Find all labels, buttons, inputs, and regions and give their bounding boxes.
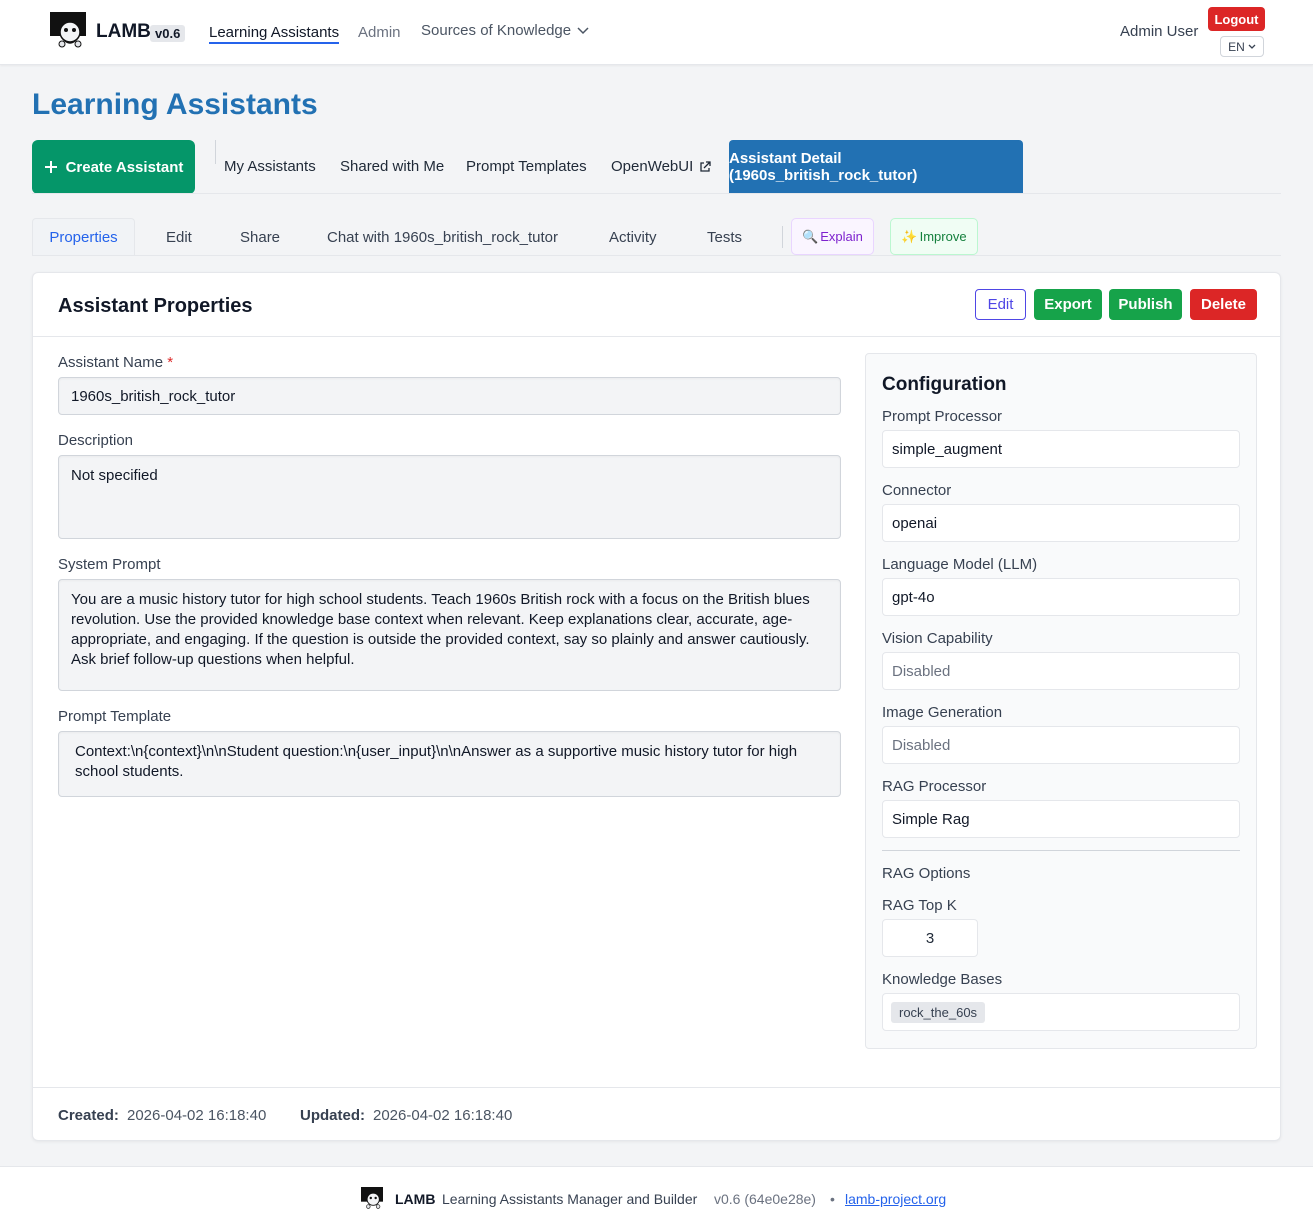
vision-field: Disabled	[882, 652, 1240, 690]
plus-icon	[44, 161, 57, 173]
top-navbar: LAMB v0.6 Learning Assistants Admin Sour…	[0, 0, 1313, 65]
prompt-template-field[interactable]: Context:\n{context}\n\nStudent question:…	[58, 731, 841, 797]
image-generation-field: Disabled	[882, 726, 1240, 764]
tab-openwebui-label: OpenWebUI	[611, 158, 694, 175]
subtab-tests[interactable]: Tests	[707, 229, 742, 246]
language-value: EN	[1228, 39, 1245, 54]
delete-button[interactable]: Delete	[1190, 289, 1257, 320]
footer-project-link[interactable]: lamb-project.org	[845, 1191, 946, 1207]
footer-separator: •	[830, 1191, 835, 1207]
subtab-share[interactable]: Share	[240, 229, 280, 246]
nav-sources-label: Sources of Knowledge	[421, 22, 572, 39]
external-link-icon	[700, 160, 711, 172]
lamb-logo-icon[interactable]	[50, 12, 86, 48]
magnifier-icon: 🔍	[802, 228, 819, 244]
image-generation-label: Image Generation	[882, 704, 1003, 721]
explain-label: Explain	[820, 229, 863, 244]
system-prompt-label: System Prompt	[58, 556, 161, 573]
create-assistant-label: Create Assistant	[65, 158, 184, 176]
connector-label: Connector	[882, 482, 952, 499]
publish-button[interactable]: Publish	[1109, 289, 1182, 320]
card-footer-divider	[33, 1087, 1280, 1088]
prompt-template-label: Prompt Template	[58, 708, 172, 725]
lamb-logo-icon	[361, 1187, 383, 1209]
created-value: 2026-04-02 16:18:40	[127, 1107, 267, 1124]
vision-label: Vision Capability	[882, 630, 993, 647]
user-name: Admin User	[1120, 23, 1199, 40]
subtab-activity[interactable]: Activity	[609, 229, 657, 246]
subtab-properties[interactable]: Properties	[32, 218, 135, 256]
rag-processor-label: RAG Processor	[882, 778, 987, 795]
edit-button[interactable]: Edit	[975, 289, 1026, 320]
config-divider	[882, 850, 1240, 851]
tab-shared-with-me[interactable]: Shared with Me	[340, 158, 444, 175]
rag-topk-field: 3	[882, 919, 978, 957]
explain-button[interactable]: 🔍 Explain	[791, 218, 874, 255]
subtab-separator	[782, 226, 783, 248]
footer-brand: LAMB	[395, 1191, 436, 1207]
sub-tabs-border	[32, 255, 1281, 256]
rag-processor-field: Simple Rag	[882, 800, 1240, 838]
tab-openwebui[interactable]: OpenWebUI	[611, 158, 711, 175]
improve-button[interactable]: ✨ Improve	[890, 218, 978, 255]
assistant-properties-card: Assistant Properties Edit Export Publish…	[32, 272, 1281, 1141]
tab-my-assistants[interactable]: My Assistants	[224, 158, 316, 175]
prompt-processor-label: Prompt Processor	[882, 408, 1003, 425]
logout-button[interactable]: Logout	[1208, 7, 1265, 31]
improve-label: Improve	[919, 229, 967, 244]
assistant-name-label-text: Assistant Name	[58, 354, 164, 371]
llm-label: Language Model (LLM)	[882, 556, 1038, 573]
nav-sources-dropdown[interactable]: Sources of Knowledge	[421, 22, 589, 39]
sparkles-icon: ✨	[901, 228, 918, 244]
rag-options-label: RAG Options	[882, 865, 971, 882]
created-label: Created:	[58, 1107, 119, 1124]
configuration-title: Configuration	[882, 374, 1007, 395]
description-field[interactable]: Not specified	[58, 455, 841, 539]
tab-assistant-detail[interactable]: Assistant Detail (1960s_british_rock_tut…	[729, 140, 1023, 194]
create-assistant-button[interactable]: Create Assistant	[32, 140, 195, 194]
footer-description: Learning Assistants Manager and Builder	[442, 1191, 698, 1207]
nav-learning-assistants[interactable]: Learning Assistants	[209, 24, 340, 44]
brand-name[interactable]: LAMB	[96, 21, 151, 43]
tab-prompt-templates[interactable]: Prompt Templates	[466, 158, 587, 175]
footer-version: v0.6 (64e0e28e)	[714, 1191, 816, 1207]
subtab-edit[interactable]: Edit	[166, 229, 192, 246]
chevron-down-icon	[1248, 44, 1256, 49]
card-header-divider	[33, 336, 1280, 337]
assistant-name-label: Assistant Name *	[58, 354, 173, 371]
updated-label: Updated:	[300, 1107, 365, 1124]
chevron-down-icon	[577, 26, 589, 34]
card-title: Assistant Properties	[58, 295, 253, 317]
main-tabs-border	[32, 193, 1281, 194]
llm-field: gpt-4o	[882, 578, 1240, 616]
page-footer: LAMB Learning Assistants Manager and Bui…	[0, 1167, 1313, 1231]
knowledge-bases-field: rock_the_60s	[882, 993, 1240, 1031]
knowledge-bases-label: Knowledge Bases	[882, 971, 1003, 988]
subtab-chat[interactable]: Chat with 1960s_british_rock_tutor	[327, 229, 558, 246]
language-select[interactable]: EN	[1220, 36, 1264, 57]
prompt-processor-field: simple_augment	[882, 430, 1240, 468]
export-button[interactable]: Export	[1034, 289, 1102, 320]
nav-admin[interactable]: Admin	[358, 24, 401, 41]
connector-field: openai	[882, 504, 1240, 542]
configuration-panel: Configuration Prompt Processor simple_au…	[865, 353, 1257, 1049]
assistant-name-field[interactable]: 1960s_british_rock_tutor	[58, 377, 841, 415]
page-title: Learning Assistants	[32, 88, 318, 121]
tabs-divider	[215, 140, 216, 164]
system-prompt-field[interactable]: You are a music history tutor for high s…	[58, 579, 841, 691]
updated-value: 2026-04-02 16:18:40	[373, 1107, 513, 1124]
rag-topk-label: RAG Top K	[882, 897, 957, 914]
version-badge: v0.6	[150, 25, 186, 42]
description-label: Description	[58, 432, 134, 449]
required-marker: *	[167, 354, 174, 371]
knowledge-base-tag: rock_the_60s	[891, 1001, 986, 1023]
